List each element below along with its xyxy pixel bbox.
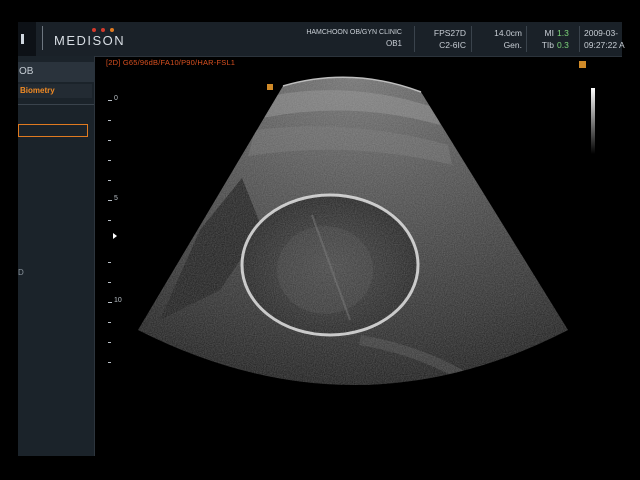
scale-tick [108,322,111,323]
status-marker-icon [579,61,586,68]
scale-tick [108,362,111,363]
scale-tick [108,200,112,201]
orientation-marker-icon [267,84,273,90]
scale-tick [108,262,111,263]
scale-tick [108,100,112,101]
grayscale-bar [591,88,595,154]
scan-sector [138,76,568,385]
scale-tick [108,342,111,343]
scale-tick [108,302,112,303]
imaging-parameters: [2D] G65/96dB/FA10/P90/HAR-FSL1 [106,58,236,67]
scale-tick [108,220,111,221]
scale-label-0: 0 [114,95,118,102]
scale-label-5: 5 [114,195,118,202]
scale-tick [108,180,111,181]
focus-pointer-icon[interactable] [113,233,117,239]
scale-tick [108,160,111,161]
ultrasound-scan[interactable] [0,0,640,480]
scale-tick [108,282,111,283]
scale-tick [108,140,111,141]
scale-tick [108,120,111,121]
scale-label-10: 10 [114,297,122,304]
